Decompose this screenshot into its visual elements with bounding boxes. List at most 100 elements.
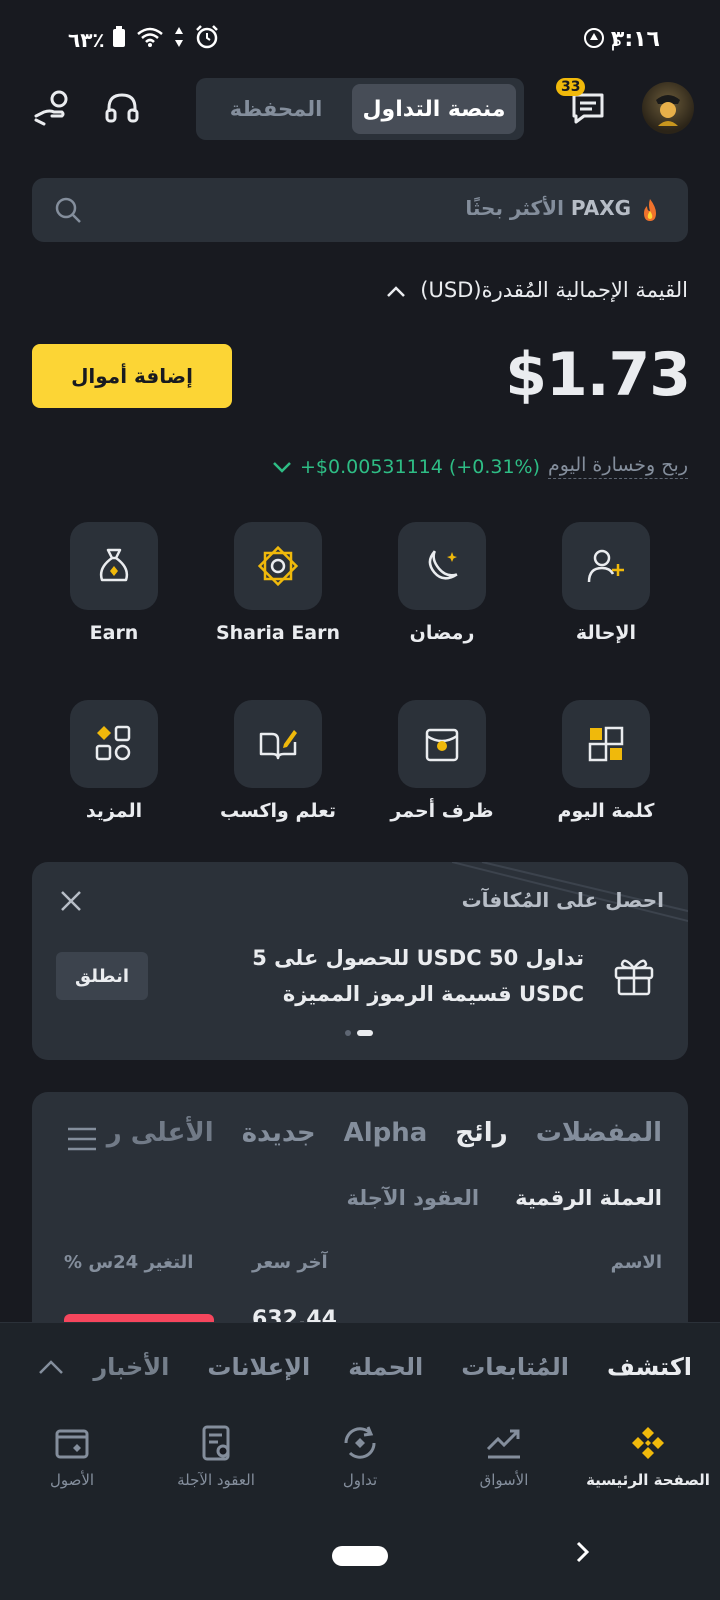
subtab-futures[interactable]: العقود الآجلة [346, 1186, 479, 1210]
add-user-icon [584, 544, 628, 588]
rewards-banner[interactable]: احصل على المُكافآت تداول 50 USDC للحصول … [32, 862, 688, 1060]
markets-tabs: المفضلات رائج Alpha جديدة الأعلى ر [107, 1118, 662, 1148]
ramadan-label: رمضان [409, 622, 475, 644]
total-balance: $1.73 [505, 340, 691, 410]
more-label: المزيد [85, 800, 143, 822]
nav-home-label: الصفحة الرئيسية [586, 1471, 710, 1489]
search-icon [54, 196, 82, 224]
referral-shortcut[interactable] [562, 522, 650, 610]
pnl-value: +$0.00531114 (+0.31%) [300, 455, 541, 478]
nav-futures-label: العقود الآجلة [177, 1471, 255, 1489]
chevron-down-icon [272, 460, 292, 474]
moon-star-icon [420, 544, 464, 588]
wifi-icon [136, 26, 164, 48]
daily-pnl[interactable]: ربح وخسارة اليوم +$0.00531114 (+0.31%) [272, 454, 688, 479]
ramadan-shortcut[interactable] [398, 522, 486, 610]
search-placeholder: PAXG الأكثر بحثًا [465, 196, 662, 223]
red-packet-shortcut[interactable] [398, 700, 486, 788]
more-shortcut[interactable] [70, 700, 158, 788]
nav-trade-label: تداول [342, 1471, 378, 1489]
estimated-value-label[interactable]: القيمة الإجمالية المُقدرة(USD) [386, 278, 688, 302]
earn-shortcut[interactable] [70, 522, 158, 610]
chevron-right-icon[interactable] [572, 1540, 592, 1564]
red-packet-icon [420, 722, 464, 766]
money-bag-icon [92, 544, 136, 588]
status-bar: ٣:١٦ م ٦٣٪ [0, 0, 720, 80]
tab-wallet[interactable]: المحفظة [206, 84, 346, 134]
close-icon[interactable] [58, 888, 84, 914]
tab-alpha[interactable]: Alpha [344, 1118, 428, 1148]
nav-home[interactable]: الصفحة الرئيسية [578, 1423, 718, 1489]
alarm-icon [194, 24, 220, 50]
fire-icon [638, 197, 662, 223]
chevron-up-icon[interactable] [38, 1359, 64, 1375]
carousel-dots [345, 1030, 373, 1036]
add-funds-button[interactable]: إضافة أموال [32, 344, 232, 408]
nav-assets[interactable]: الأصول [2, 1423, 142, 1489]
tab-following[interactable]: المُتابعات [461, 1353, 569, 1381]
nav-assets-label: الأصول [49, 1471, 95, 1489]
learn-earn-shortcut[interactable] [234, 700, 322, 788]
col-name: الاسم [610, 1252, 662, 1273]
tab-top[interactable]: الأعلى ر [107, 1118, 214, 1148]
search-bar[interactable]: PAXG الأكثر بحثًا [32, 178, 688, 242]
nav-markets-label: الأسواق [479, 1471, 529, 1489]
book-pen-icon [256, 722, 300, 766]
chart-icon [484, 1423, 524, 1463]
location-icon [583, 27, 605, 49]
mode-switcher: منصة التداول المحفظة [196, 78, 524, 140]
estimated-value-text: القيمة الإجمالية المُقدرة(USD) [420, 278, 688, 302]
markets-panel: المفضلات رائج Alpha جديدة الأعلى ر العمل… [32, 1092, 688, 1332]
avatar[interactable] [642, 82, 694, 134]
trade-icon [340, 1423, 380, 1463]
rewards-title: احصل على المُكافآت [461, 888, 664, 912]
chevron-up-icon [386, 284, 406, 298]
wallet-icon [52, 1423, 92, 1463]
referral-label: الإحالة [575, 622, 637, 644]
gift-icon [610, 952, 658, 1000]
menu-icon[interactable] [66, 1126, 98, 1152]
learn-earn-label: تعلم واكسب [220, 800, 336, 822]
tab-trending[interactable]: رائج [455, 1118, 507, 1148]
tab-news[interactable]: الأخبار [93, 1353, 169, 1381]
referral-hand-icon[interactable] [32, 88, 72, 128]
binance-logo-icon [628, 1423, 668, 1463]
octagram-icon [256, 544, 300, 588]
battery-percent: ٦٣٪ [68, 28, 105, 52]
carousel-dot [345, 1030, 351, 1036]
tab-favorites[interactable]: المفضلات [536, 1118, 662, 1148]
support-headset-icon[interactable] [104, 90, 140, 126]
word-of-day-label: كلمة اليوم [557, 800, 655, 822]
subtab-crypto[interactable]: العملة الرقمية [515, 1186, 662, 1210]
top-nav: منصة التداول المحفظة 33 [0, 78, 720, 140]
tab-announcements[interactable]: الإعلانات [207, 1353, 310, 1381]
rewards-go-button[interactable]: انطلق [56, 952, 148, 1000]
word-grid-icon [584, 722, 628, 766]
col-change: % التغير 24س [64, 1252, 194, 1273]
col-price: آخر سعر [252, 1252, 328, 1273]
messages-badge: 33 [556, 78, 586, 96]
tab-campaign[interactable]: الحملة [348, 1353, 423, 1381]
pnl-label: ربح وخسارة اليوم [548, 454, 688, 479]
tab-discover[interactable]: اكتشف [607, 1353, 692, 1381]
markets-subtabs: العملة الرقمية العقود الآجلة [346, 1186, 662, 1210]
search-hot-prefix: الأكثر بحثًا [465, 196, 564, 220]
red-packet-label: ظرف أحمر [390, 800, 494, 822]
rewards-description: تداول 50 USDC للحصول على 5 USDC قسيمة ال… [252, 946, 584, 1006]
battery-icon [112, 26, 126, 48]
nav-futures[interactable]: العقود الآجلة [146, 1423, 286, 1489]
futures-doc-icon [196, 1423, 236, 1463]
nav-markets[interactable]: الأسواق [434, 1423, 574, 1489]
tab-new[interactable]: جديدة [242, 1118, 316, 1148]
search-hot-symbol: PAXG [570, 196, 632, 220]
sharia-earn-shortcut[interactable] [234, 522, 322, 610]
tab-exchange[interactable]: منصة التداول [352, 84, 516, 134]
home-gesture-bar[interactable] [332, 1546, 388, 1566]
nav-trade[interactable]: تداول [290, 1423, 430, 1489]
apps-grid-icon [92, 722, 136, 766]
word-of-day-shortcut[interactable] [562, 700, 650, 788]
bottom-nav: الصفحة الرئيسية الأسواق تداول العقود الآ… [0, 1423, 720, 1523]
discover-tabs: اكتشف المُتابعات الحملة الإعلانات الأخبا… [93, 1353, 692, 1381]
status-ampm: م [610, 30, 622, 51]
data-arrows-icon [174, 26, 184, 48]
